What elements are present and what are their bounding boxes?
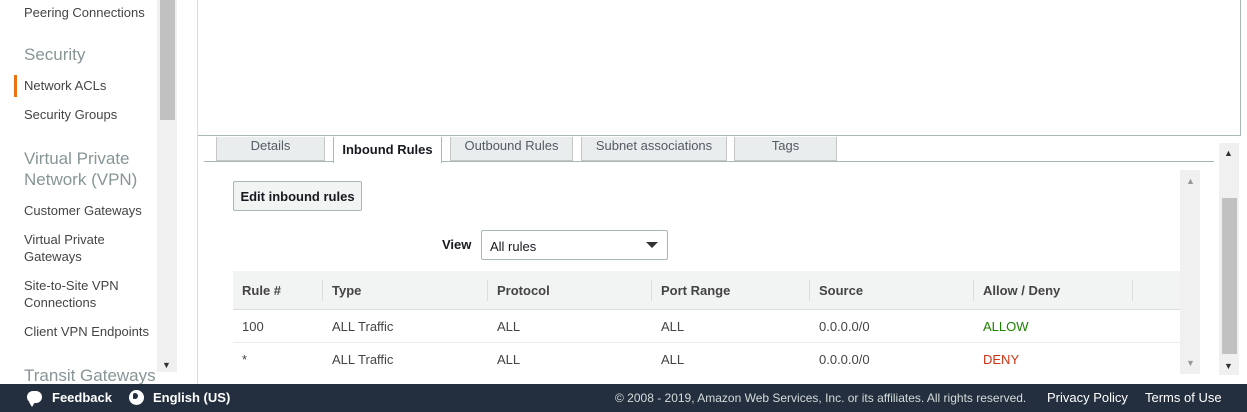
tab-subnet-associations[interactable]: Subnet associations bbox=[581, 137, 727, 161]
col-header-port-range[interactable]: Port Range bbox=[652, 271, 730, 310]
sidebar-item-client-vpn-endpoints[interactable]: Client VPN Endpoints bbox=[24, 323, 149, 340]
tab-details[interactable]: Details bbox=[216, 137, 325, 161]
cell-allow-deny: DENY bbox=[983, 352, 1020, 367]
scroll-up-arrow-icon[interactable]: ▲ bbox=[1224, 148, 1233, 158]
sidebar-item-site-to-site-vpn[interactable]: Site-to-Site VPN Connections bbox=[24, 277, 119, 311]
cell-source: 0.0.0.0/0 bbox=[819, 352, 870, 367]
tab-inbound-rules[interactable]: Inbound Rules bbox=[333, 137, 442, 163]
table-header: Rule # Type Protocol Port Range Source A… bbox=[233, 271, 1180, 310]
feedback-link[interactable]: Feedback bbox=[52, 384, 112, 412]
scroll-up-arrow-icon[interactable]: ▲ bbox=[1186, 176, 1195, 186]
sidebar-heading-vpn-line2: Network (VPN) bbox=[24, 170, 138, 189]
sidebar-heading-security: Security bbox=[24, 45, 86, 64]
cell-port-range: ALL bbox=[661, 319, 685, 334]
col-header-type[interactable]: Type bbox=[323, 271, 361, 310]
sidebar-item-s2s-line1: Site-to-Site VPN bbox=[24, 278, 119, 293]
app-window: Peering Connections Security Network ACL… bbox=[0, 0, 1247, 412]
sidebar-nav: Peering Connections Security Network ACL… bbox=[0, 0, 177, 384]
sidebar-item-peering-connections[interactable]: Peering Connections bbox=[24, 4, 145, 21]
scroll-down-arrow-icon[interactable]: ▼ bbox=[1224, 361, 1233, 371]
sidebar-item-s2s-line2: Connections bbox=[24, 295, 97, 310]
col-header-source[interactable]: Source bbox=[810, 271, 863, 310]
sidebar-heading-transit-gateways: Transit Gateways bbox=[24, 366, 156, 384]
detail-scrollbar-thumb[interactable] bbox=[1222, 198, 1237, 354]
sidebar-item-vpg-line1: Virtual Private bbox=[24, 232, 105, 247]
footer-bar: Feedback English (US) © 2008 - 2019, Ama… bbox=[0, 384, 1247, 412]
rules-table: Rule # Type Protocol Port Range Source A… bbox=[233, 271, 1180, 374]
terms-of-use-link[interactable]: Terms of Use bbox=[1145, 384, 1222, 412]
caret-down-icon bbox=[646, 242, 658, 248]
sidebar-heading-vpn-line1: Virtual Private bbox=[24, 149, 130, 168]
cell-type: ALL Traffic bbox=[332, 352, 394, 367]
feedback-icon bbox=[27, 391, 42, 407]
table-row: 100 ALL Traffic ALL ALL 0.0.0.0/0 ALLOW bbox=[233, 310, 1180, 343]
scroll-down-arrow-icon[interactable]: ▼ bbox=[162, 360, 171, 370]
col-header-protocol[interactable]: Protocol bbox=[488, 271, 550, 310]
sidebar-item-virtual-private-gateways[interactable]: Virtual Private Gateways bbox=[24, 231, 105, 265]
privacy-policy-link[interactable]: Privacy Policy bbox=[1047, 384, 1128, 412]
cell-protocol: ALL bbox=[497, 352, 521, 367]
content-scrollbar[interactable] bbox=[1180, 170, 1200, 374]
sidebar-scrollbar-thumb[interactable] bbox=[160, 0, 175, 120]
sidebar-item-network-acls[interactable]: Network ACLs bbox=[24, 77, 106, 94]
column-divider bbox=[1132, 280, 1133, 301]
table-row: * ALL Traffic ALL ALL 0.0.0.0/0 DENY bbox=[233, 343, 1180, 374]
cell-source: 0.0.0.0/0 bbox=[819, 319, 870, 334]
tab-tags[interactable]: Tags bbox=[734, 137, 837, 161]
sidebar-item-vpg-line2: Gateways bbox=[24, 249, 82, 264]
inbound-rules-panel: Edit inbound rules View All rules Rule #… bbox=[218, 170, 1200, 374]
copyright-text: © 2008 - 2019, Amazon Web Services, Inc.… bbox=[615, 391, 1027, 405]
tab-outbound-rules[interactable]: Outbound Rules bbox=[450, 137, 573, 161]
globe-icon bbox=[129, 390, 144, 405]
cell-type: ALL Traffic bbox=[332, 319, 394, 334]
cell-protocol: ALL bbox=[497, 319, 521, 334]
cell-allow-deny: ALLOW bbox=[983, 319, 1029, 334]
col-header-rule-number[interactable]: Rule # bbox=[233, 271, 281, 310]
detail-tabs: Details Inbound Rules Outbound Rules Sub… bbox=[204, 137, 1214, 163]
col-header-allow-deny[interactable]: Allow / Deny bbox=[974, 271, 1060, 310]
view-select-value: All rules bbox=[490, 239, 537, 254]
view-select[interactable]: All rules bbox=[481, 230, 668, 260]
sidebar-heading-vpn: Virtual Private Network (VPN) bbox=[24, 148, 137, 190]
cell-port-range: ALL bbox=[661, 352, 685, 367]
view-label: View bbox=[442, 237, 472, 252]
cell-rule-number: 100 bbox=[242, 319, 264, 334]
edit-inbound-rules-button[interactable]: Edit inbound rules bbox=[233, 181, 362, 211]
cell-rule-number: * bbox=[242, 352, 248, 367]
sidebar-item-security-groups[interactable]: Security Groups bbox=[24, 106, 117, 123]
scroll-down-arrow-icon[interactable]: ▼ bbox=[1186, 358, 1195, 368]
active-indicator bbox=[14, 75, 17, 97]
sidebar-item-customer-gateways[interactable]: Customer Gateways bbox=[24, 202, 142, 219]
resource-list-panel bbox=[198, 0, 1241, 136]
language-selector[interactable]: English (US) bbox=[153, 384, 230, 412]
